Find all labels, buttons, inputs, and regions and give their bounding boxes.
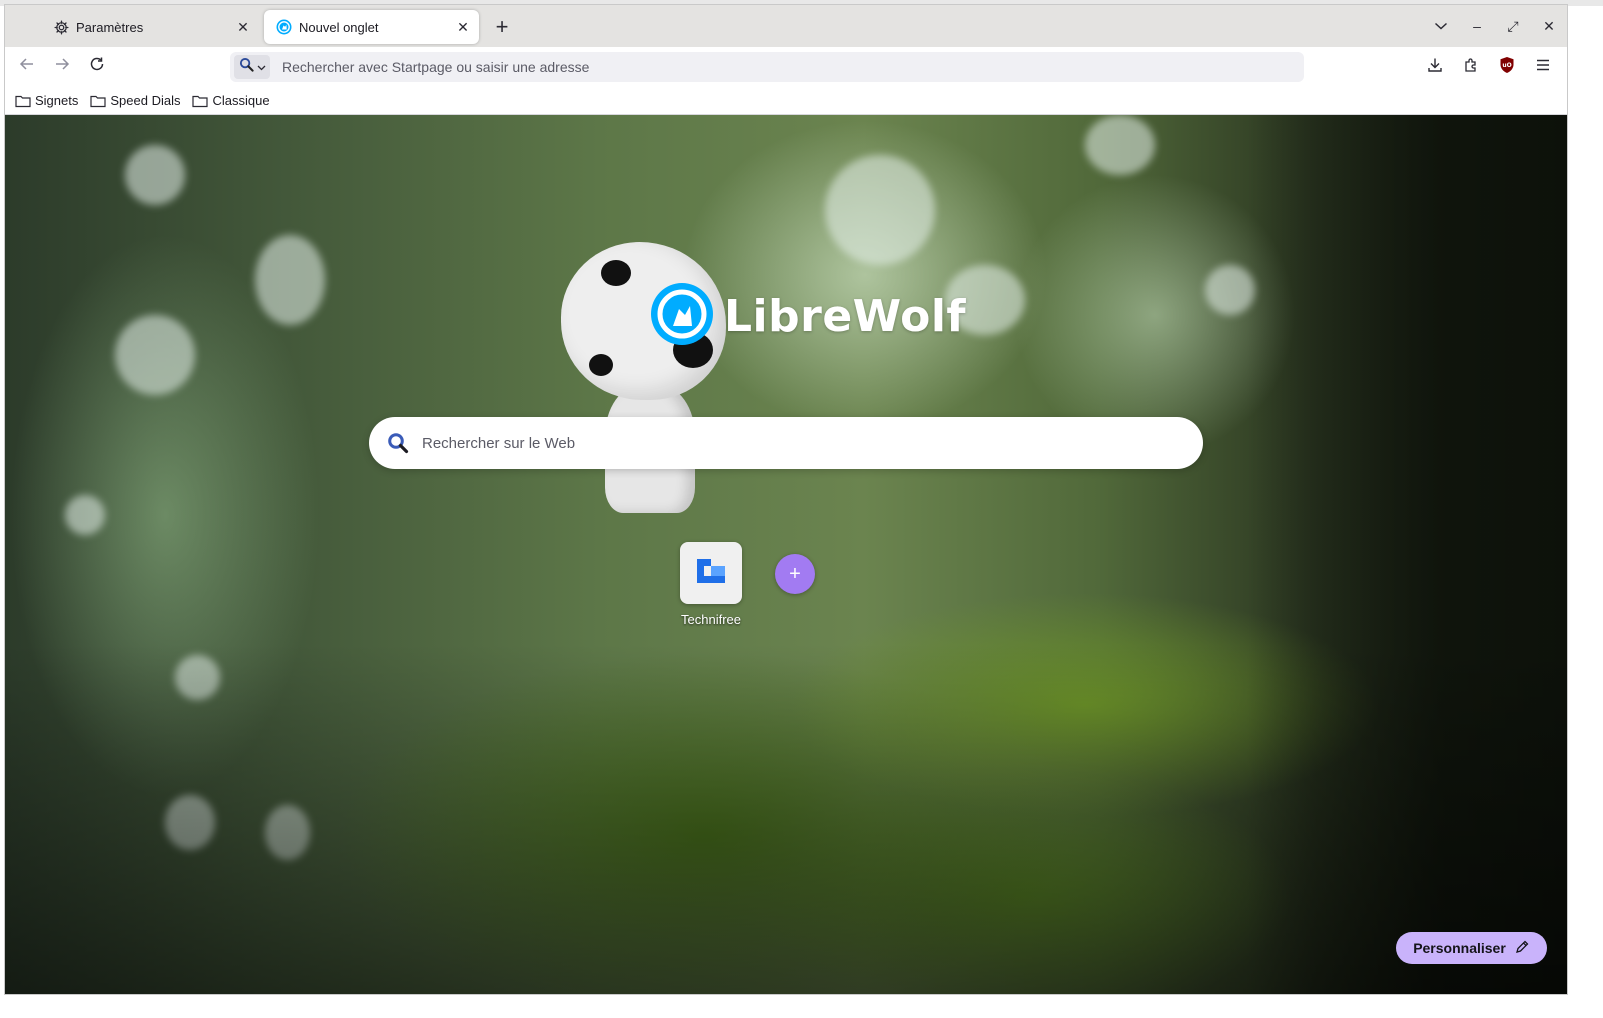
add-shortcut-button[interactable]: + xyxy=(775,554,815,594)
bookmark-folder-signets[interactable]: Signets xyxy=(15,93,78,108)
search-engine-selector[interactable] xyxy=(234,55,270,79)
extensions-icon xyxy=(1463,57,1479,78)
reload-icon xyxy=(89,56,105,77)
bookmark-label: Classique xyxy=(212,93,270,108)
forward-button[interactable] xyxy=(47,51,77,81)
close-tab-icon[interactable]: ✕ xyxy=(453,17,473,37)
shortcut-label: Technifree xyxy=(681,612,741,627)
logo-text: LibreWolf xyxy=(724,291,967,342)
toolbar-buttons: uO xyxy=(1417,51,1561,83)
bookmarks-toolbar: Signets Speed Dials Classique xyxy=(5,87,1567,115)
folder-icon xyxy=(192,94,209,108)
search-icon xyxy=(387,432,409,454)
librewolf-icon xyxy=(276,19,292,35)
bookmark-label: Speed Dials xyxy=(110,93,181,108)
bookmark-folder-classique[interactable]: Classique xyxy=(192,93,270,108)
tab-bar: Paramètres ✕ Nouvel onglet ✕ + – ⤢ ✕ xyxy=(5,5,1567,47)
browser-window: Paramètres ✕ Nouvel onglet ✕ + – ⤢ ✕ Rec… xyxy=(4,4,1568,995)
folder-icon xyxy=(90,94,106,108)
download-icon xyxy=(1427,57,1443,78)
chevron-down-icon xyxy=(257,58,266,76)
shortcut-tile[interactable] xyxy=(680,542,742,604)
customize-button[interactable]: Personnaliser xyxy=(1396,932,1547,964)
back-button[interactable] xyxy=(12,51,42,81)
ublock-origin-icon: uO xyxy=(1499,56,1515,79)
tab-label: Paramètres xyxy=(76,19,144,35)
chevron-down-icon xyxy=(1434,18,1448,34)
search-icon xyxy=(239,57,254,77)
kodama-eye xyxy=(601,260,631,286)
url-bar xyxy=(230,52,1304,82)
web-search-box xyxy=(369,417,1203,469)
menu-icon xyxy=(1535,58,1551,77)
svg-text:uO: uO xyxy=(1502,62,1511,69)
librewolf-icon xyxy=(650,282,714,351)
new-tab-page: LibreWolf Technifree + Personnaliser xyxy=(5,115,1567,994)
reload-button[interactable] xyxy=(82,51,112,81)
app-menu-button[interactable] xyxy=(1525,51,1561,83)
technifree-logo-icon xyxy=(693,556,729,591)
window-controls: – ⤢ ✕ xyxy=(1423,5,1567,47)
back-arrow-icon xyxy=(19,56,35,77)
downloads-button[interactable] xyxy=(1417,51,1453,83)
minimize-button[interactable]: – xyxy=(1459,5,1495,47)
forward-arrow-icon xyxy=(54,56,70,77)
kodama-eye xyxy=(589,354,613,376)
close-window-button[interactable]: ✕ xyxy=(1531,5,1567,47)
list-all-tabs-button[interactable] xyxy=(1423,5,1459,47)
folder-icon xyxy=(15,94,31,108)
close-tab-icon[interactable]: ✕ xyxy=(233,17,253,37)
navigation-toolbar: uO xyxy=(5,47,1567,87)
ublock-origin-button[interactable]: uO xyxy=(1489,51,1525,83)
pencil-icon xyxy=(1514,939,1530,958)
tab-settings[interactable]: Paramètres ✕ xyxy=(41,10,259,44)
shortcut-technifree[interactable]: Technifree xyxy=(671,542,751,627)
maximize-button[interactable]: ⤢ xyxy=(1495,5,1531,47)
tab-new-tab[interactable]: Nouvel onglet ✕ xyxy=(264,10,479,44)
bookmark-folder-speed-dials[interactable]: Speed Dials xyxy=(90,93,180,108)
gear-icon xyxy=(53,19,69,35)
url-input[interactable] xyxy=(282,59,1304,75)
web-search-input[interactable] xyxy=(422,434,1203,452)
librewolf-logo: LibreWolf xyxy=(650,282,966,351)
new-tab-button[interactable]: + xyxy=(489,14,515,40)
bookmark-label: Signets xyxy=(35,93,79,108)
tab-label: Nouvel onglet xyxy=(299,19,379,35)
extensions-button[interactable] xyxy=(1453,51,1489,83)
customize-label: Personnaliser xyxy=(1413,940,1506,956)
